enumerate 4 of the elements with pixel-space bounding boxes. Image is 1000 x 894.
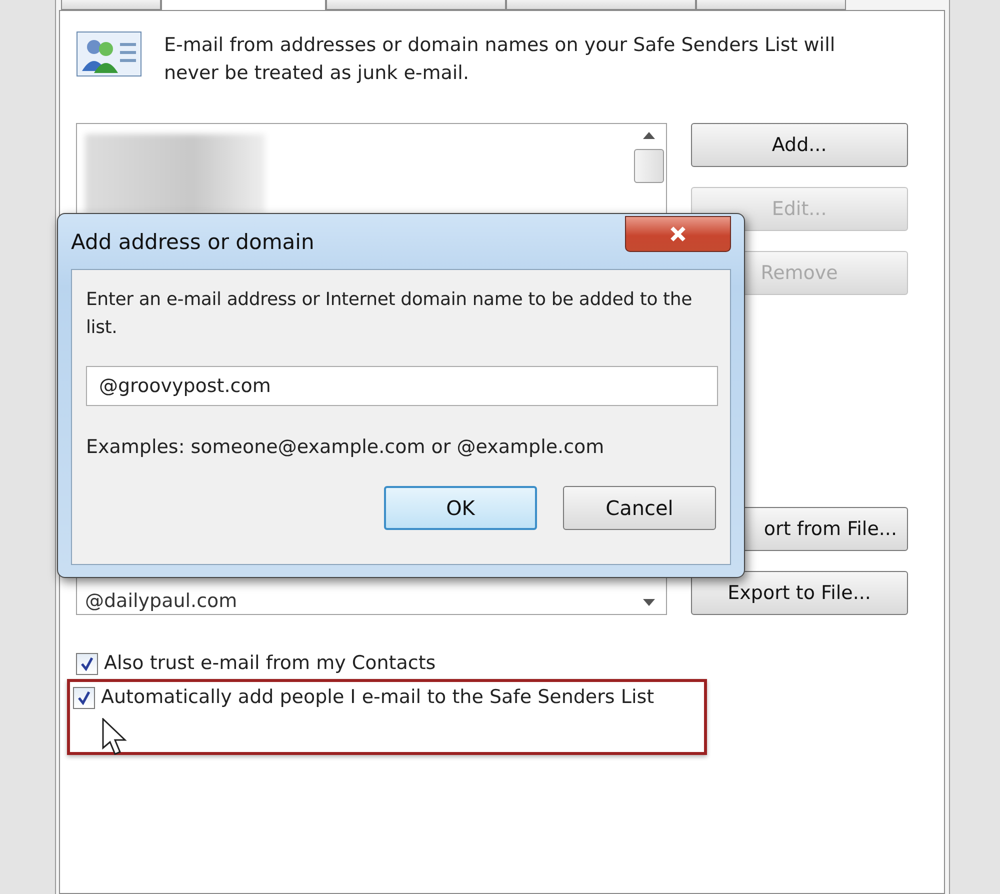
- prompt-text: Enter an e-mail address or Internet domain name to be added to the list.: [86, 288, 693, 340]
- examples-text: Examples: someone@example.com or @example.com: [86, 436, 606, 458]
- info-text: E-mail from addresses or domain names on your Safe Senders List will never be treated as junk e-mail.: [164, 33, 836, 86]
- dialog-title: Add address or domain: [71, 230, 314, 254]
